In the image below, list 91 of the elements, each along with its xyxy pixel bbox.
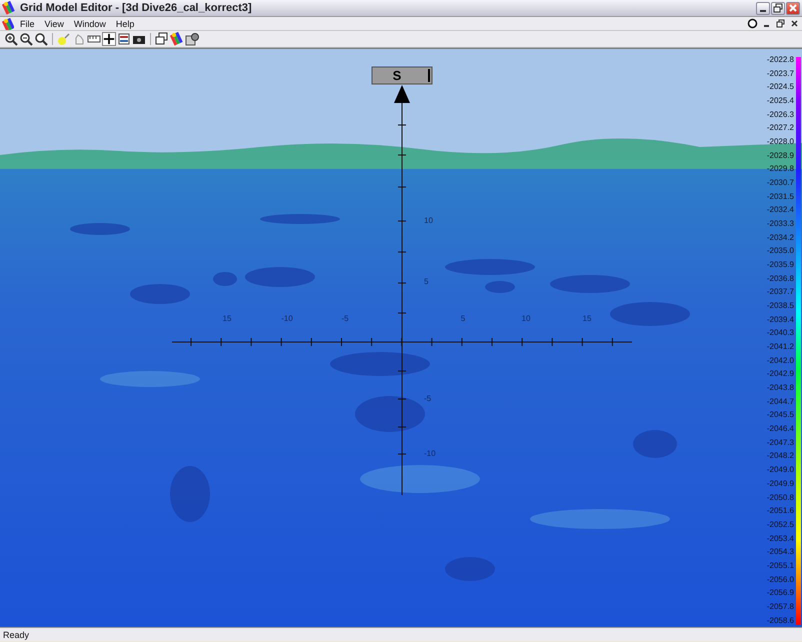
scale-label: -2050.8 <box>766 492 794 502</box>
axis-label: -10 <box>281 314 293 323</box>
magnifier-icon <box>34 32 48 46</box>
axis-button[interactable] <box>102 32 116 46</box>
axis-label: 10 <box>522 314 530 323</box>
scale-label: -2029.8 <box>766 164 794 174</box>
axis-label: -10 <box>424 449 436 458</box>
circle-icon <box>747 18 758 29</box>
scale-label: -2054.3 <box>766 547 794 556</box>
axis-label: -5 <box>424 394 432 403</box>
restore-icon <box>772 2 784 14</box>
light-button[interactable] <box>57 32 71 46</box>
axis-label: 15 <box>222 314 232 323</box>
plus-icon <box>103 32 115 46</box>
scale-label: -2049.0 <box>766 465 794 474</box>
axis-label: 5 <box>460 314 466 323</box>
zoom-in-icon <box>4 32 18 46</box>
scale-label: -2027.2 <box>766 123 794 132</box>
scale-label: -2058.6 <box>766 616 794 625</box>
scale-label: -2034.2 <box>766 232 794 242</box>
scale-label: -2048.2 <box>766 451 794 460</box>
minimize-icon <box>760 10 766 12</box>
scale-label: -2025.4 <box>766 96 794 106</box>
axis-label: 10 <box>424 216 433 225</box>
close-icon <box>789 18 800 29</box>
windows-icon <box>155 32 169 46</box>
restore-button[interactable] <box>775 18 786 29</box>
scale-label: -2044.7 <box>766 396 794 406</box>
menu-item[interactable]: View <box>40 18 68 28</box>
app-icon <box>2 1 16 15</box>
menu-item[interactable]: Window <box>70 18 110 28</box>
scale-label: -2047.3 <box>766 438 794 447</box>
close-icon <box>787 2 799 14</box>
menu-item[interactable]: File <box>16 18 39 28</box>
scale-label: -2040.3 <box>766 328 794 338</box>
minimize-button[interactable] <box>756 2 770 14</box>
axis-label: -5 <box>341 314 349 323</box>
menu-item[interactable]: Help <box>112 18 138 28</box>
zoom-fit-button[interactable] <box>34 32 48 46</box>
scale-label: -2038.5 <box>766 301 794 310</box>
window-title: Grid Model Editor - [3d Dive26_cal_korrect3] <box>20 2 253 14</box>
scale-label: -2033.3 <box>766 219 794 228</box>
scale-label: -2053.4 <box>766 534 794 543</box>
zoom-in-button[interactable] <box>4 32 18 46</box>
color-scale-button[interactable] <box>117 32 131 46</box>
scale-label: -2026.3 <box>766 110 794 119</box>
zoom-out-icon <box>19 32 33 46</box>
compass-label: S <box>372 66 432 84</box>
close-button[interactable] <box>789 18 800 29</box>
close-button[interactable] <box>786 2 800 14</box>
scale-label: -2045.5 <box>766 410 794 420</box>
scale-label: -2049.9 <box>766 478 794 488</box>
status-text: Ready <box>3 630 30 640</box>
scale-label: -2046.4 <box>766 424 794 434</box>
wand-icon <box>57 32 71 46</box>
scale-label: -2041.2 <box>766 342 794 352</box>
palette-button[interactable] <box>170 32 184 46</box>
scale-label: -2023.7 <box>766 68 794 78</box>
scale-label: -2031.5 <box>766 192 794 201</box>
scale-label: -2037.7 <box>766 287 794 296</box>
restore-button[interactable] <box>771 2 785 14</box>
color-bar-icon <box>117 32 131 46</box>
scale-label: -2035.0 <box>766 246 794 256</box>
scale-label: -2024.5 <box>766 82 794 92</box>
scale-label: -2056.9 <box>766 588 794 598</box>
scale-label: -2056.0 <box>766 574 794 584</box>
axis-label: 15 <box>582 314 592 323</box>
scale-label: -2039.4 <box>766 314 794 324</box>
zoom-out-button[interactable] <box>19 32 33 46</box>
scale-label: -2042.9 <box>766 369 794 378</box>
scale-label: -2052.5 <box>766 520 794 529</box>
scale-label: -2030.7 <box>766 178 794 188</box>
axis-label: 5 <box>424 277 428 286</box>
scale-label: -2057.8 <box>766 602 794 611</box>
scale-label: -2042.0 <box>766 356 794 365</box>
scale-label: -2022.8 <box>766 55 794 64</box>
window-button[interactable] <box>155 32 169 46</box>
scale-label: -2055.1 <box>766 560 794 570</box>
scale-label: -2028.0 <box>766 137 794 146</box>
scale-label: -2051.6 <box>766 506 794 516</box>
color-stripes-icon <box>170 32 184 46</box>
app-icon <box>2 18 14 30</box>
scale-label: -2032.4 <box>766 205 794 214</box>
settings-button[interactable] <box>185 32 199 46</box>
minimize-icon <box>764 25 769 27</box>
view-option-button[interactable] <box>747 18 758 29</box>
scale-label: -2043.8 <box>766 383 794 392</box>
settings-icon <box>185 32 199 46</box>
scale-label: -2028.9 <box>766 150 794 160</box>
scale-label: -2035.9 <box>766 260 794 270</box>
scale-label: -2036.8 <box>766 274 794 283</box>
